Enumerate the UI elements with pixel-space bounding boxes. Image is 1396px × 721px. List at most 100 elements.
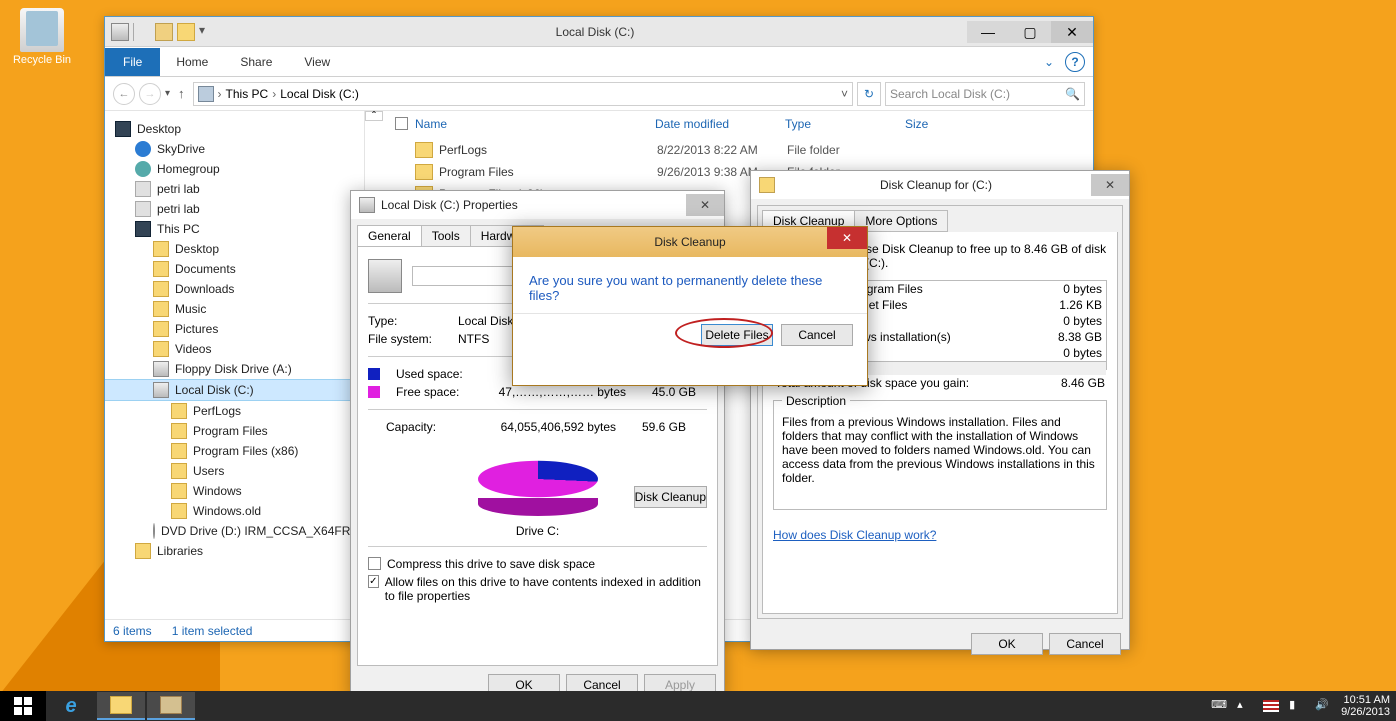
forward-button[interactable]: → (139, 83, 161, 105)
user-icon (135, 181, 151, 197)
tray-chevron-icon[interactable]: ▴ (1237, 698, 1253, 714)
close-button[interactable]: ✕ (1091, 174, 1129, 196)
compress-checkbox[interactable] (368, 557, 381, 570)
nav-item[interactable]: Videos (105, 339, 364, 359)
minimize-button[interactable]: — (967, 21, 1009, 43)
nav-item[interactable]: Users (105, 461, 364, 481)
nav-item[interactable]: Floppy Disk Drive (A:) (105, 359, 364, 379)
nav-item[interactable]: Local Disk (C:) (105, 379, 364, 401)
network-icon[interactable]: ▮ (1289, 698, 1305, 714)
nav-item[interactable]: PerfLogs (105, 401, 364, 421)
home-icon (135, 161, 151, 177)
help-link[interactable]: How does Disk Cleanup work? (773, 528, 936, 542)
file-row[interactable]: PerfLogs8/22/2013 8:22 AMFile folder (365, 139, 1093, 161)
breadcrumb-root[interactable]: This PC (226, 87, 269, 101)
recycle-bin[interactable]: Recycle Bin (10, 8, 74, 66)
start-button[interactable] (0, 691, 46, 721)
keyboard-icon[interactable]: ⌨ (1211, 698, 1227, 714)
properties-icon[interactable] (155, 23, 173, 41)
close-button[interactable]: ✕ (1051, 21, 1093, 43)
column-size[interactable]: Size (905, 117, 985, 133)
tab-general[interactable]: General (357, 225, 422, 246)
search-input[interactable]: Search Local Disk (C:) 🔍 (885, 82, 1085, 106)
cancel-button[interactable]: Cancel (1049, 633, 1121, 655)
nav-item[interactable]: Downloads (105, 279, 364, 299)
nav-item[interactable]: Program Files (105, 421, 364, 441)
cancel-button[interactable]: Cancel (781, 324, 853, 346)
folder-icon (171, 463, 187, 479)
nav-item[interactable]: petri lab (105, 179, 364, 199)
nav-item[interactable]: Desktop (105, 239, 364, 259)
folder-icon (153, 261, 169, 277)
clock[interactable]: 10:51 AM 9/26/2013 (1341, 694, 1390, 718)
tab-share[interactable]: Share (224, 48, 288, 76)
expand-ribbon-icon[interactable]: ⌄ (1039, 52, 1059, 72)
column-name[interactable]: Name (415, 117, 655, 133)
folder-icon (153, 341, 169, 357)
select-all-checkbox[interactable] (395, 117, 408, 130)
breadcrumb[interactable]: › This PC › Local Disk (C:) ˅ (193, 82, 853, 106)
maximize-button[interactable]: ▢ (1009, 21, 1051, 43)
nav-item[interactable]: SkyDrive (105, 139, 364, 159)
confirm-titlebar[interactable]: Disk Cleanup ✕ (513, 227, 867, 257)
folder-icon (171, 443, 187, 459)
confirm-message: Are you sure you want to permanently del… (513, 257, 867, 313)
date: 9/26/2013 (1341, 706, 1390, 718)
nav-item[interactable]: DVD Drive (D:) IRM_CCSA_X64FRE_ (105, 521, 364, 541)
column-type[interactable]: Type (785, 117, 905, 133)
nav-item[interactable]: Windows (105, 481, 364, 501)
used-color-swatch (368, 368, 380, 380)
nav-item[interactable]: Homegroup (105, 159, 364, 179)
tab-file[interactable]: File (105, 48, 160, 76)
nav-item[interactable]: Windows.old (105, 501, 364, 521)
taskbar-explorer[interactable] (97, 692, 145, 720)
nav-item[interactable]: Music (105, 299, 364, 319)
nav-item[interactable]: Desktop (105, 119, 364, 139)
properties-titlebar[interactable]: Local Disk (C:) Properties ✕ (351, 191, 724, 219)
back-button[interactable]: ← (113, 83, 135, 105)
tab-more-options[interactable]: More Options (854, 210, 948, 232)
volume-icon[interactable]: 🔊 (1315, 698, 1331, 714)
folder-icon (171, 403, 187, 419)
folder-icon (153, 301, 169, 317)
tab-home[interactable]: Home (160, 48, 224, 76)
capacity-pie-chart (478, 444, 598, 524)
close-button[interactable]: ✕ (827, 227, 867, 249)
search-icon: 🔍 (1065, 87, 1080, 101)
help-icon[interactable]: ? (1065, 52, 1085, 72)
taskbar-app[interactable] (147, 692, 195, 720)
confirm-delete-dialog: Disk Cleanup ✕ Are you sure you want to … (512, 226, 868, 386)
tab-view[interactable]: View (288, 48, 346, 76)
history-dropdown-icon[interactable]: ▾ (165, 88, 170, 99)
nav-item[interactable]: Pictures (105, 319, 364, 339)
nav-item[interactable]: Libraries (105, 541, 364, 561)
folder-icon (153, 241, 169, 257)
folder-icon (153, 281, 169, 297)
action-center-icon[interactable] (1263, 700, 1279, 712)
new-folder-icon[interactable] (177, 23, 195, 41)
nav-item[interactable]: Documents (105, 259, 364, 279)
explorer-titlebar[interactable]: ▾ Local Disk (C:) — ▢ ✕ (105, 17, 1093, 47)
disk-cleanup-button[interactable]: Disk Cleanup (634, 486, 707, 508)
ok-button[interactable]: OK (971, 633, 1043, 655)
nav-item[interactable]: Program Files (x86) (105, 441, 364, 461)
nav-item[interactable]: This PC (105, 219, 364, 239)
tab-tools[interactable]: Tools (421, 225, 471, 246)
taskbar-ie[interactable]: e (47, 692, 95, 720)
index-checkbox[interactable]: ✓ (368, 575, 379, 588)
delete-files-button[interactable]: Delete Files (701, 324, 773, 346)
qat-dropdown-icon[interactable]: ▾ (199, 23, 217, 41)
close-button[interactable]: ✕ (686, 194, 724, 216)
drive-large-icon (368, 259, 402, 293)
up-button[interactable]: ↑ (174, 86, 189, 101)
refresh-button[interactable]: ↻ (857, 82, 881, 106)
nav-item[interactable]: petri lab (105, 199, 364, 219)
scroll-up-icon[interactable]: ˆ (365, 111, 383, 121)
drive-icon (359, 197, 375, 213)
column-date[interactable]: Date modified (655, 117, 785, 133)
disk-icon (153, 361, 169, 377)
ribbon-tabs: File Home Share View ⌄ ? (105, 47, 1093, 77)
cleanup-titlebar[interactable]: Disk Cleanup for (C:) ✕ (751, 171, 1129, 199)
recycle-bin-label: Recycle Bin (10, 54, 74, 66)
breadcrumb-current[interactable]: Local Disk (C:) (280, 87, 359, 101)
